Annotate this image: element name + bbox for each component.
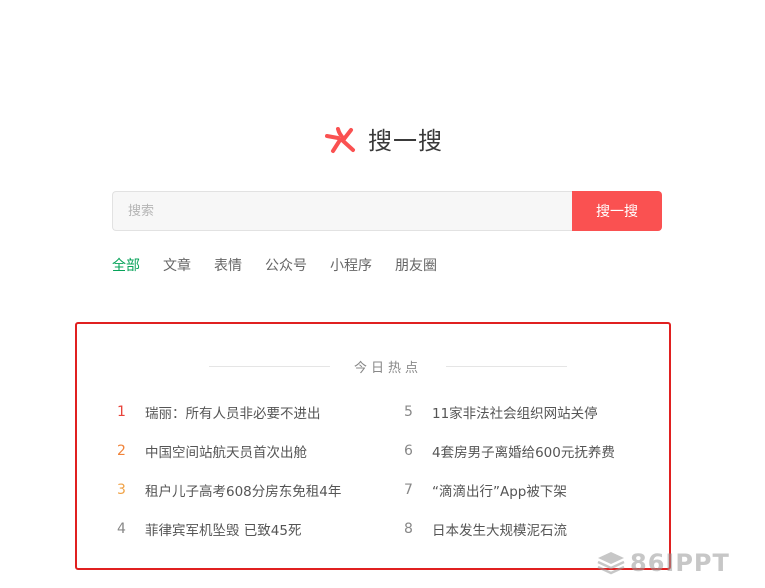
hot-text: “滴滴出行”App被下架: [432, 484, 567, 500]
sou-yi-sou-logo-icon: [325, 127, 355, 153]
hot-topics-panel: 今日热点 1 瑞丽：所有人员非必要不进出 2 中国空间站航天员首次出舱 3 租户…: [75, 322, 671, 570]
hot-text: 菲律宾军机坠毁 已致45死: [145, 523, 302, 539]
tab-mini-programs[interactable]: 小程序: [330, 256, 372, 276]
hot-item-6[interactable]: 6 4套房男子离婚给600元抚养费: [404, 441, 615, 461]
hot-rank: 8: [404, 521, 413, 537]
hot-item-8[interactable]: 8 日本发生大规模泥石流: [404, 519, 567, 539]
hot-item-1[interactable]: 1 瑞丽：所有人员非必要不进出: [117, 402, 321, 422]
hot-item-5[interactable]: 5 11家非法社会组织网站关停: [404, 402, 598, 422]
watermark-text: 86IPPT: [630, 549, 730, 577]
hot-item-7[interactable]: 7 “滴滴出行”App被下架: [404, 480, 567, 500]
hot-rank: 3: [117, 482, 126, 498]
tab-stickers[interactable]: 表情: [214, 256, 242, 276]
tab-articles[interactable]: 文章: [163, 256, 191, 276]
hot-item-4[interactable]: 4 菲律宾军机坠毁 已致45死: [117, 519, 301, 539]
search-category-tabs: 全部 文章 表情 公众号 小程序 朋友圈: [112, 256, 460, 276]
tab-moments[interactable]: 朋友圈: [395, 256, 437, 276]
hot-text: 11家非法社会组织网站关停: [432, 406, 598, 422]
hot-text: 4套房男子离婚给600元抚养费: [432, 445, 615, 461]
hot-rank: 7: [404, 482, 413, 498]
hot-rank: 6: [404, 443, 413, 459]
hot-text: 中国空间站航天员首次出舱: [145, 445, 307, 461]
hot-rank: 1: [117, 404, 126, 420]
search-bar: 搜一搜: [112, 191, 662, 231]
hot-text: 日本发生大规模泥石流: [432, 523, 567, 539]
logo: 搜一搜: [322, 120, 443, 156]
logo-text: 搜一搜: [368, 126, 443, 155]
hot-rank: 5: [404, 404, 413, 420]
search-input[interactable]: [112, 191, 572, 231]
tab-official-accounts[interactable]: 公众号: [265, 256, 307, 276]
hot-rank: 4: [117, 521, 126, 537]
hot-item-3[interactable]: 3 租户儿子高考608分房东免租4年: [117, 480, 341, 500]
search-button[interactable]: 搜一搜: [572, 191, 662, 231]
stack-icon: [597, 552, 625, 575]
watermark: 86IPPT: [596, 548, 730, 578]
hot-text: 瑞丽：所有人员非必要不进出: [145, 406, 321, 422]
tab-all[interactable]: 全部: [112, 256, 140, 276]
hot-rank: 2: [117, 443, 126, 459]
hot-item-2[interactable]: 2 中国空间站航天员首次出舱: [117, 441, 307, 461]
hot-topics-list: 1 瑞丽：所有人员非必要不进出 2 中国空间站航天员首次出舱 3 租户儿子高考6…: [77, 324, 669, 568]
hot-text: 租户儿子高考608分房东免租4年: [145, 484, 342, 500]
